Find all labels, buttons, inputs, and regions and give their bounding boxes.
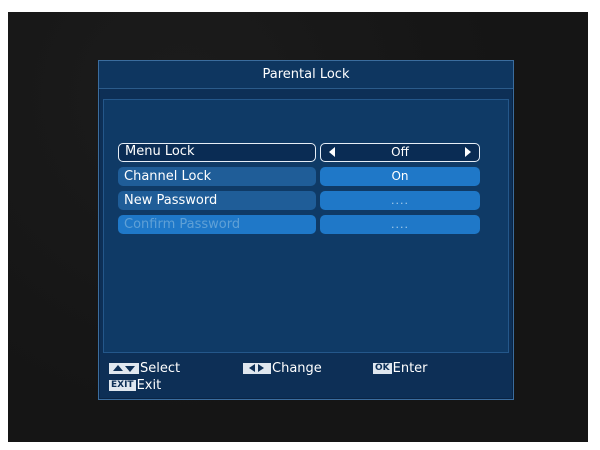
hint-select: Select [109,361,180,377]
right-arrow-icon[interactable] [465,147,471,157]
menu-lock-value: Off [391,145,409,159]
menu-lock-label: Menu Lock [118,143,316,162]
hint-exit: EXIT Exit [109,378,161,394]
confirm-password-mask: .... [391,218,409,231]
hint-select-label: Select [140,361,181,376]
new-password-label: New Password [118,191,316,210]
hint-enter: OK Enter [373,361,428,377]
confirm-password-row: Confirm Password .... [118,215,482,234]
parental-lock-dialog: Parental Lock Menu Lock Off Channel Lock… [98,60,514,400]
confirm-password-field: .... [320,215,480,234]
channel-lock-row[interactable]: Channel Lock On [118,167,482,186]
channel-lock-label: Channel Lock [118,167,316,186]
left-arrow-icon[interactable] [329,147,335,157]
dialog-title: Parental Lock [99,61,513,89]
menu-lock-value-selector[interactable]: Off [320,143,480,162]
exit-key-icon: EXIT [109,380,136,391]
hint-exit-label: Exit [136,378,162,393]
up-down-arrows-icon [109,363,139,374]
channel-lock-value-text: On [391,169,409,183]
channel-lock-value[interactable]: On [320,167,480,186]
tv-screen: Parental Lock Menu Lock Off Channel Lock… [8,12,588,442]
hint-change-label: Change [272,361,322,376]
ok-key-icon: OK [373,363,392,374]
left-right-arrows-icon [243,363,271,374]
hint-enter-label: Enter [392,361,428,376]
menu-list: Menu Lock Off Channel Lock On New Passwo… [103,99,509,353]
new-password-mask: .... [391,194,409,207]
menu-lock-row[interactable]: Menu Lock Off [118,143,482,162]
new-password-row[interactable]: New Password .... [118,191,482,210]
hint-change: Change [243,361,322,377]
new-password-field[interactable]: .... [320,191,480,210]
help-bar: Select Change OK Enter EXIT Exit [99,357,513,399]
confirm-password-label: Confirm Password [118,215,316,234]
